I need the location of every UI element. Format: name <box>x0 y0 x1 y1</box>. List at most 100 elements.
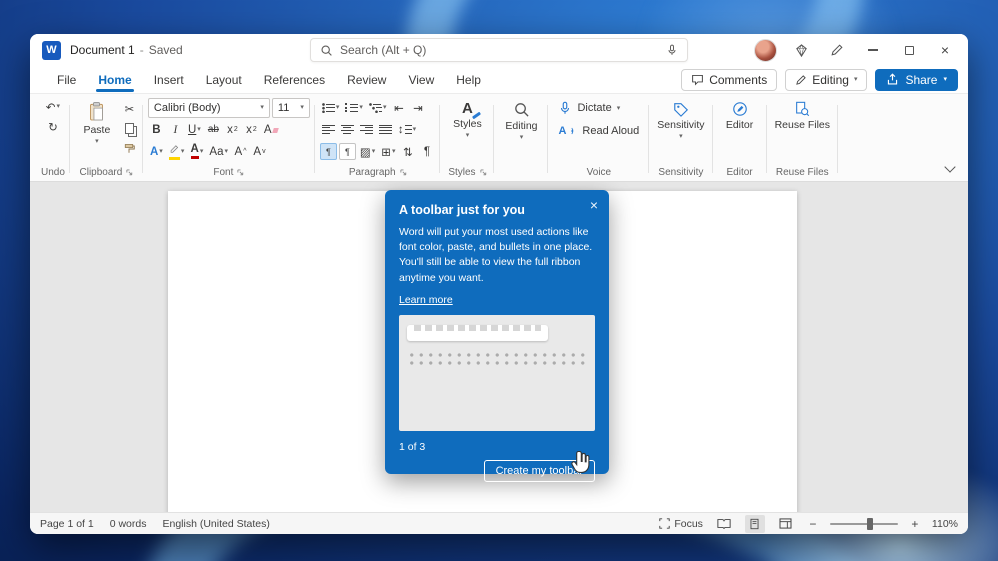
shading-button[interactable]: ▨ ▾ <box>358 142 377 161</box>
word-logo-icon[interactable]: W <box>42 40 61 60</box>
minimize-button[interactable] <box>858 36 888 64</box>
increase-indent-button[interactable]: ⇥ <box>409 98 426 117</box>
page-indicator[interactable]: Page 1 of 1 <box>40 518 94 530</box>
zoom-out-button[interactable]: − <box>807 517 819 531</box>
ltr-direction-button[interactable]: ¶ <box>319 143 337 160</box>
tab-view[interactable]: View <box>397 68 445 92</box>
maximize-button[interactable] <box>894 36 924 64</box>
styles-button[interactable]: A Styles ▾ <box>445 97 489 139</box>
callout-preview-image <box>399 314 595 431</box>
shading-icon: ▨ <box>359 146 371 159</box>
sensitivity-button[interactable]: Sensitivity ▾ <box>654 97 707 140</box>
chevron-down-icon: ▾ <box>371 148 376 155</box>
web-layout-icon <box>779 518 792 529</box>
justify-button[interactable] <box>377 120 394 139</box>
tab-layout[interactable]: Layout <box>195 68 253 92</box>
account-avatar[interactable] <box>750 37 780 63</box>
dialog-launcher-icon[interactable] <box>237 169 244 176</box>
share-button[interactable]: Share ▾ <box>875 68 958 91</box>
read-mode-button[interactable] <box>714 515 734 533</box>
change-case-button[interactable]: Aa ▾ <box>207 142 230 161</box>
premium-diamond-icon[interactable] <box>786 37 816 63</box>
reuse-files-button[interactable]: Reuse Files <box>772 97 833 131</box>
editor-button[interactable]: Editor <box>718 97 762 131</box>
borders-button[interactable]: ⊞ ▾ <box>379 142 397 161</box>
document-title[interactable]: Document 1 <box>70 43 135 57</box>
paragraph-group-label: Paragraph <box>348 167 396 178</box>
shrink-font-button[interactable]: Av <box>251 142 268 161</box>
tab-file[interactable]: File <box>46 68 87 92</box>
undo-icon: ↶ <box>45 101 56 114</box>
font-family-select[interactable]: Calibri (Body) ▾ <box>147 97 270 118</box>
show-hide-marks-button[interactable]: ¶ <box>418 142 435 161</box>
print-layout-button[interactable] <box>744 514 765 533</box>
mic-icon[interactable] <box>666 44 678 56</box>
tab-help[interactable]: Help <box>445 68 492 92</box>
font-size-select[interactable]: 11 ▾ <box>271 97 310 118</box>
redo-icon: ↻ <box>48 121 58 134</box>
editor-button-label: Editor <box>725 119 754 131</box>
format-painter-button[interactable] <box>121 139 138 158</box>
grow-font-button[interactable]: A ^ <box>232 142 249 161</box>
document-area[interactable]: A toolbar just for you × Word will put y… <box>30 182 968 512</box>
line-spacing-lines-icon <box>404 125 412 134</box>
inking-pen-icon[interactable] <box>822 37 852 63</box>
editing-button[interactable]: Editing ▾ <box>499 97 543 141</box>
bullets-button[interactable]: ▾ <box>320 98 342 117</box>
tab-insert[interactable]: Insert <box>143 68 195 92</box>
editing-mode-button[interactable]: Editing ▾ <box>785 68 868 91</box>
italic-button[interactable]: I <box>167 120 184 139</box>
paste-button[interactable]: Paste ▾ <box>75 97 119 145</box>
dialog-launcher-icon[interactable] <box>480 169 487 176</box>
collapse-ribbon-chevron-icon[interactable] <box>944 161 956 173</box>
font-color-button[interactable]: A ▾ <box>188 142 205 161</box>
superscript-button[interactable]: x2 <box>243 120 260 139</box>
dialog-launcher-icon[interactable] <box>126 169 133 176</box>
word-count[interactable]: 0 words <box>110 518 147 530</box>
underline-button[interactable]: U ▾ <box>186 120 203 139</box>
tab-review[interactable]: Review <box>336 68 397 92</box>
strikethrough-button[interactable]: ab <box>205 120 222 139</box>
read-aloud-button[interactable]: A Read Aloud <box>553 120 644 142</box>
copy-button[interactable] <box>121 119 138 138</box>
subscript-button[interactable]: x2 <box>224 120 241 139</box>
chevron-down-icon: ▾ <box>943 76 947 83</box>
zoom-slider-thumb[interactable] <box>867 517 874 530</box>
clear-formatting-button[interactable]: A <box>262 120 280 139</box>
line-spacing-button[interactable]: ↕ ▾ <box>396 120 418 139</box>
zoom-slider[interactable] <box>829 517 898 530</box>
redo-button[interactable]: ↻ <box>44 117 61 136</box>
rtl-direction-button[interactable]: ¶ <box>338 143 356 160</box>
align-left-button[interactable] <box>320 120 337 139</box>
sort-button[interactable]: ⇅ <box>399 142 416 161</box>
callout-step-indicator: 1 of 3 <box>399 440 426 453</box>
search-box[interactable] <box>310 38 688 62</box>
focus-mode-button[interactable]: Focus <box>659 518 703 530</box>
highlight-button[interactable]: ▾ <box>167 142 187 161</box>
multilevel-list-button[interactable]: ▾ <box>367 98 389 117</box>
web-layout-button[interactable] <box>776 515 796 533</box>
save-status[interactable]: Saved <box>149 43 183 57</box>
undo-button[interactable]: ↶ ▾ <box>44 97 62 116</box>
zoom-in-button[interactable]: + <box>909 517 921 531</box>
zoom-level[interactable]: 110% <box>932 518 958 530</box>
search-input[interactable] <box>340 43 659 57</box>
close-button[interactable]: × <box>930 36 960 64</box>
text-effects-button[interactable]: A ▾ <box>148 142 165 161</box>
numbering-button[interactable]: ▾ <box>343 98 365 117</box>
bold-button[interactable]: B <box>148 120 165 139</box>
clear-formatting-icon: A <box>264 124 278 136</box>
dialog-launcher-icon[interactable] <box>399 169 407 176</box>
comments-button[interactable]: Comments <box>681 68 778 91</box>
tab-home[interactable]: Home <box>87 68 142 92</box>
decrease-indent-button[interactable]: ⇤ <box>390 98 407 117</box>
dictate-button[interactable]: Dictate ▾ <box>553 97 644 119</box>
align-right-button[interactable] <box>358 120 375 139</box>
language-indicator[interactable]: English (United States) <box>162 518 269 530</box>
learn-more-link[interactable]: Learn more <box>399 294 453 306</box>
cut-button[interactable]: ✂ <box>121 99 138 118</box>
align-center-button[interactable] <box>339 120 356 139</box>
callout-close-icon[interactable]: × <box>590 197 598 213</box>
titlebar-right-controls: × <box>750 36 960 64</box>
tab-references[interactable]: References <box>253 68 336 92</box>
